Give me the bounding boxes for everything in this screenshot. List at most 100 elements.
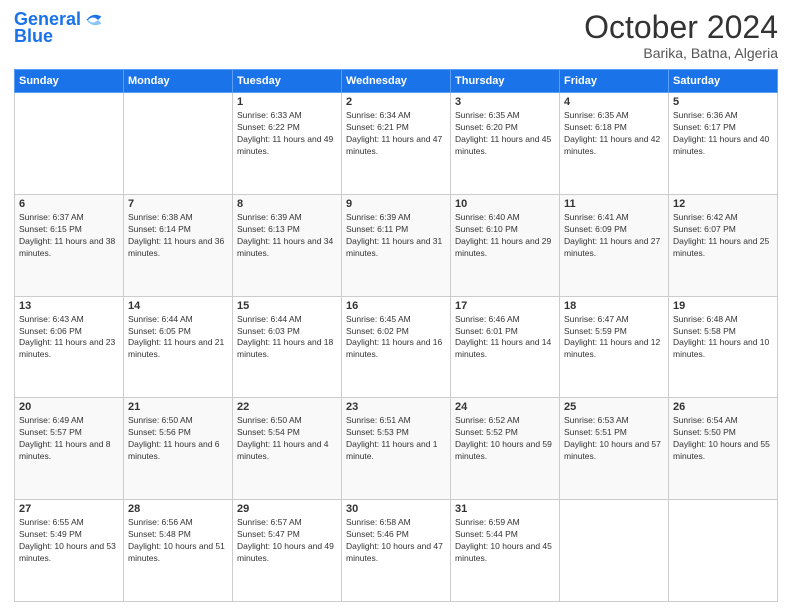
day-number: 1: [237, 96, 337, 108]
day-number: 26: [673, 401, 773, 413]
day-number: 23: [346, 401, 446, 413]
cell-sun-info: Sunrise: 6:44 AMSunset: 6:03 PMDaylight:…: [237, 314, 337, 362]
cell-sun-info: Sunrise: 6:43 AMSunset: 6:06 PMDaylight:…: [19, 314, 119, 362]
calendar-week-4: 20 Sunrise: 6:49 AMSunset: 5:57 PMDayligh…: [15, 398, 778, 500]
calendar-cell: 4Sunrise: 6:35 AMSunset: 6:18 PMDaylight…: [560, 93, 669, 195]
calendar-cell: 30 Sunrise: 6:58 AMSunset: 5:46 PMDayligh…: [342, 500, 451, 602]
logo: General Blue: [14, 10, 103, 47]
calendar-table: SundayMondayTuesdayWednesdayThursdayFrid…: [14, 69, 778, 602]
weekday-header-thursday: Thursday: [451, 70, 560, 93]
cell-sun-info: Sunrise: 6:58 AMSunset: 5:46 PMDaylight:…: [346, 517, 446, 565]
day-number: 27: [19, 503, 119, 515]
day-number: 20: [19, 401, 119, 413]
day-number: 10: [455, 198, 555, 210]
calendar-cell: 20 Sunrise: 6:49 AMSunset: 5:57 PMDayligh…: [15, 398, 124, 500]
calendar-header-row: SundayMondayTuesdayWednesdayThursdayFrid…: [15, 70, 778, 93]
day-number: 3: [455, 96, 555, 108]
cell-sun-info: Sunrise: 6:54 AMSunset: 5:50 PMDaylight:…: [673, 415, 773, 463]
day-number: 12: [673, 198, 773, 210]
day-number: 14: [128, 300, 228, 312]
weekday-header-monday: Monday: [124, 70, 233, 93]
calendar-cell: 5 Sunrise: 6:36 AMSunset: 6:17 PMDaylight…: [669, 93, 778, 195]
cell-sun-info: Sunrise: 6:38 AMSunset: 6:14 PMDaylight:…: [128, 212, 228, 260]
cell-sun-info: Sunrise: 6:35 AMSunset: 6:20 PMDaylight:…: [455, 110, 555, 158]
cell-sun-info: Sunrise: 6:41 AMSunset: 6:09 PMDaylight:…: [564, 212, 664, 260]
calendar-cell: 7 Sunrise: 6:38 AMSunset: 6:14 PMDaylight…: [124, 194, 233, 296]
day-number: 13: [19, 300, 119, 312]
title-block: October 2024 Barika, Batna, Algeria: [584, 10, 778, 61]
cell-sun-info: Sunrise: 6:46 AMSunset: 6:01 PMDaylight:…: [455, 314, 555, 362]
calendar-cell: 31 Sunrise: 6:59 AMSunset: 5:44 PMDayligh…: [451, 500, 560, 602]
day-number: 22: [237, 401, 337, 413]
cell-sun-info: Sunrise: 6:52 AMSunset: 5:52 PMDaylight:…: [455, 415, 555, 463]
day-number: 18: [564, 300, 664, 312]
calendar-cell: 12 Sunrise: 6:42 AMSunset: 6:07 PMDayligh…: [669, 194, 778, 296]
day-number: 7: [128, 198, 228, 210]
cell-sun-info: Sunrise: 6:50 AMSunset: 5:56 PMDaylight:…: [128, 415, 228, 463]
calendar-cell: 25 Sunrise: 6:53 AMSunset: 5:51 PMDayligh…: [560, 398, 669, 500]
calendar-week-5: 27 Sunrise: 6:55 AMSunset: 5:49 PMDayligh…: [15, 500, 778, 602]
cell-sun-info: Sunrise: 6:39 AMSunset: 6:13 PMDaylight:…: [237, 212, 337, 260]
cell-sun-info: Sunrise: 6:53 AMSunset: 5:51 PMDaylight:…: [564, 415, 664, 463]
calendar-cell: 18 Sunrise: 6:47 AMSunset: 5:59 PMDayligh…: [560, 296, 669, 398]
day-number: 19: [673, 300, 773, 312]
cell-sun-info: Sunrise: 6:49 AMSunset: 5:57 PMDaylight:…: [19, 415, 119, 463]
cell-sun-info: Sunrise: 6:42 AMSunset: 6:07 PMDaylight:…: [673, 212, 773, 260]
cell-sun-info: Sunrise: 6:48 AMSunset: 5:58 PMDaylight:…: [673, 314, 773, 362]
month-title: October 2024: [584, 10, 778, 45]
weekday-header-sunday: Sunday: [15, 70, 124, 93]
calendar-cell: 28 Sunrise: 6:56 AMSunset: 5:48 PMDayligh…: [124, 500, 233, 602]
day-number: 5: [673, 96, 773, 108]
calendar-cell: 24Sunrise: 6:52 AMSunset: 5:52 PMDayligh…: [451, 398, 560, 500]
calendar-cell: 2 Sunrise: 6:34 AMSunset: 6:21 PMDaylight…: [342, 93, 451, 195]
calendar-cell: 17 Sunrise: 6:46 AMSunset: 6:01 PMDayligh…: [451, 296, 560, 398]
day-number: 28: [128, 503, 228, 515]
day-number: 25: [564, 401, 664, 413]
day-number: 15: [237, 300, 337, 312]
calendar-cell: 10Sunrise: 6:40 AMSunset: 6:10 PMDayligh…: [451, 194, 560, 296]
cell-sun-info: Sunrise: 6:56 AMSunset: 5:48 PMDaylight:…: [128, 517, 228, 565]
calendar-cell: 23 Sunrise: 6:51 AMSunset: 5:53 PMDayligh…: [342, 398, 451, 500]
calendar-cell: 6Sunrise: 6:37 AMSunset: 6:15 PMDaylight…: [15, 194, 124, 296]
day-number: 2: [346, 96, 446, 108]
header: General Blue October 2024 Barika, Batna,…: [14, 10, 778, 61]
calendar-cell: 21Sunrise: 6:50 AMSunset: 5:56 PMDayligh…: [124, 398, 233, 500]
cell-sun-info: Sunrise: 6:59 AMSunset: 5:44 PMDaylight:…: [455, 517, 555, 565]
calendar-week-2: 6Sunrise: 6:37 AMSunset: 6:15 PMDaylight…: [15, 194, 778, 296]
calendar-cell: 3 Sunrise: 6:35 AMSunset: 6:20 PMDaylight…: [451, 93, 560, 195]
calendar-cell: [15, 93, 124, 195]
cell-sun-info: Sunrise: 6:34 AMSunset: 6:21 PMDaylight:…: [346, 110, 446, 158]
location-subtitle: Barika, Batna, Algeria: [584, 45, 778, 61]
day-number: 11: [564, 198, 664, 210]
calendar-cell: 19 Sunrise: 6:48 AMSunset: 5:58 PMDayligh…: [669, 296, 778, 398]
calendar-cell: 8 Sunrise: 6:39 AMSunset: 6:13 PMDaylight…: [233, 194, 342, 296]
day-number: 31: [455, 503, 555, 515]
cell-sun-info: Sunrise: 6:36 AMSunset: 6:17 PMDaylight:…: [673, 110, 773, 158]
calendar-cell: 27 Sunrise: 6:55 AMSunset: 5:49 PMDayligh…: [15, 500, 124, 602]
cell-sun-info: Sunrise: 6:44 AMSunset: 6:05 PMDaylight:…: [128, 314, 228, 362]
calendar-cell: 14 Sunrise: 6:44 AMSunset: 6:05 PMDayligh…: [124, 296, 233, 398]
day-number: 9: [346, 198, 446, 210]
cell-sun-info: Sunrise: 6:37 AMSunset: 6:15 PMDaylight:…: [19, 212, 119, 260]
page: General Blue October 2024 Barika, Batna,…: [0, 0, 792, 612]
cell-sun-info: Sunrise: 6:50 AMSunset: 5:54 PMDaylight:…: [237, 415, 337, 463]
weekday-header-tuesday: Tuesday: [233, 70, 342, 93]
cell-sun-info: Sunrise: 6:47 AMSunset: 5:59 PMDaylight:…: [564, 314, 664, 362]
calendar-cell: 22 Sunrise: 6:50 AMSunset: 5:54 PMDayligh…: [233, 398, 342, 500]
calendar-cell: 1 Sunrise: 6:33 AMSunset: 6:22 PMDaylight…: [233, 93, 342, 195]
cell-sun-info: Sunrise: 6:35 AMSunset: 6:18 PMDaylight:…: [564, 110, 664, 158]
calendar-cell: 16Sunrise: 6:45 AMSunset: 6:02 PMDayligh…: [342, 296, 451, 398]
logo-icon: [83, 10, 103, 30]
day-number: 30: [346, 503, 446, 515]
calendar-cell: 29Sunrise: 6:57 AMSunset: 5:47 PMDayligh…: [233, 500, 342, 602]
day-number: 16: [346, 300, 446, 312]
cell-sun-info: Sunrise: 6:57 AMSunset: 5:47 PMDaylight:…: [237, 517, 337, 565]
cell-sun-info: Sunrise: 6:55 AMSunset: 5:49 PMDaylight:…: [19, 517, 119, 565]
calendar-cell: 15 Sunrise: 6:44 AMSunset: 6:03 PMDayligh…: [233, 296, 342, 398]
weekday-header-saturday: Saturday: [669, 70, 778, 93]
cell-sun-info: Sunrise: 6:33 AMSunset: 6:22 PMDaylight:…: [237, 110, 337, 158]
calendar-cell: [124, 93, 233, 195]
day-number: 17: [455, 300, 555, 312]
cell-sun-info: Sunrise: 6:51 AMSunset: 5:53 PMDaylight:…: [346, 415, 446, 463]
day-number: 8: [237, 198, 337, 210]
